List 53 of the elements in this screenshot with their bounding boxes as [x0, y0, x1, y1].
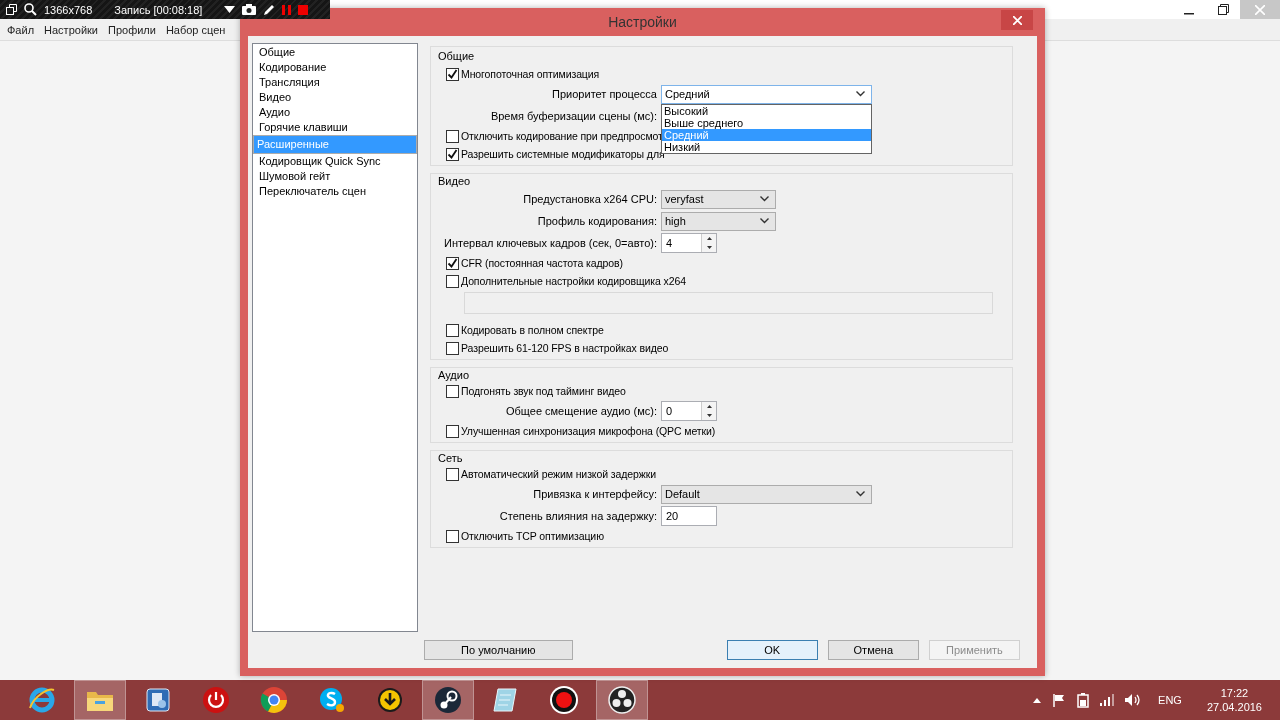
number-field[interactable]: 4 — [661, 233, 717, 253]
field-label: Степень влияния на задержку: — [498, 510, 658, 522]
checkbox-label[interactable]: Автоматический режим низкой задержки — [461, 468, 656, 480]
sidebar-item[interactable]: Шумовой гейт — [253, 169, 417, 184]
group-title: Общие — [438, 50, 475, 62]
field-label: Предустановка x264 CPU: — [522, 193, 658, 205]
checkbox-label[interactable]: Разрешить 61-120 FPS в настройках видео — [461, 342, 669, 354]
dropdown[interactable]: veryfast — [661, 189, 776, 209]
checkbox-label[interactable]: Отключить кодирование при предпросмот — [461, 130, 663, 142]
language-indicator[interactable]: ENG — [1152, 694, 1188, 706]
field-label: Интервал ключевых кадров (сек, 0=авто): — [443, 237, 658, 249]
sidebar-item[interactable]: Видео — [253, 90, 417, 105]
dropdown[interactable]: Default — [661, 484, 872, 504]
field-label: Профиль кодирования: — [536, 215, 658, 227]
text-field[interactable]: 20 — [661, 506, 717, 526]
dialog-button[interactable]: По умолчанию — [424, 640, 573, 660]
checkbox-label[interactable]: Улучшенная синхронизация микрофона (QPC метки) — [461, 425, 716, 437]
group-title: Видео — [438, 175, 471, 187]
recording-status: Запись [00:08:18] — [114, 3, 203, 16]
dropdown[interactable]: high — [661, 211, 776, 231]
sidebar-item[interactable]: Аудио — [253, 105, 417, 120]
field-label: Общее смещение аудио (мс): — [505, 405, 658, 417]
menu-item[interactable]: Профили — [103, 23, 161, 36]
checkbox-label[interactable]: Подгонять звук под тайминг видео — [461, 385, 626, 397]
sidebar-item[interactable]: Кодирование — [253, 60, 417, 75]
checkbox-label[interactable]: Дополнительные настройки кодировщика x264 — [461, 275, 686, 287]
checkbox-label[interactable]: CFR (постоянная частота кадров) — [461, 257, 623, 269]
sidebar-item[interactable]: Горячие клавиши — [253, 120, 417, 135]
menu-item[interactable]: Набор сцен — [160, 23, 231, 36]
group-title: Аудио — [438, 369, 470, 381]
dialog-title: Настройки — [608, 14, 677, 30]
dropdown[interactable]: Средний — [661, 84, 872, 104]
checkbox-label[interactable]: Отключить TCP оптимизацию — [461, 530, 604, 542]
dropdown-option[interactable]: Низкий — [662, 140, 871, 153]
sidebar-item[interactable]: Кодировщик Quick Sync — [253, 154, 417, 169]
sidebar-item[interactable]: Переключатель сцен — [253, 184, 417, 199]
number-field[interactable]: 0 — [661, 401, 717, 421]
checkbox-label[interactable]: Кодировать в полном спектре — [461, 324, 604, 336]
dropdown-option[interactable]: Выше среднего — [662, 116, 871, 129]
sidebar-item[interactable]: Трансляция — [253, 75, 417, 90]
menu-item[interactable]: Настройки — [39, 23, 103, 36]
group-title: Сеть — [438, 452, 463, 464]
menu-item[interactable]: Файл — [2, 23, 40, 36]
dialog-button[interactable]: Отмена — [827, 640, 919, 660]
checkbox-label[interactable]: Многопоточная оптимизация — [461, 68, 600, 80]
dropdown-option[interactable]: Высокий — [662, 104, 871, 117]
dialog-button[interactable]: OK — [726, 640, 818, 660]
field-label: Привязка к интерфейсу: — [532, 488, 658, 500]
resolution-label: 1366x768 — [44, 3, 93, 16]
field-label: Приоритет процесса — [551, 88, 658, 100]
clock[interactable]: 17:22 27.04.2016 — [1198, 686, 1262, 714]
sidebar-item[interactable]: Общие — [253, 45, 417, 60]
field-label: Время буферизации сцены (мс): — [489, 110, 658, 122]
